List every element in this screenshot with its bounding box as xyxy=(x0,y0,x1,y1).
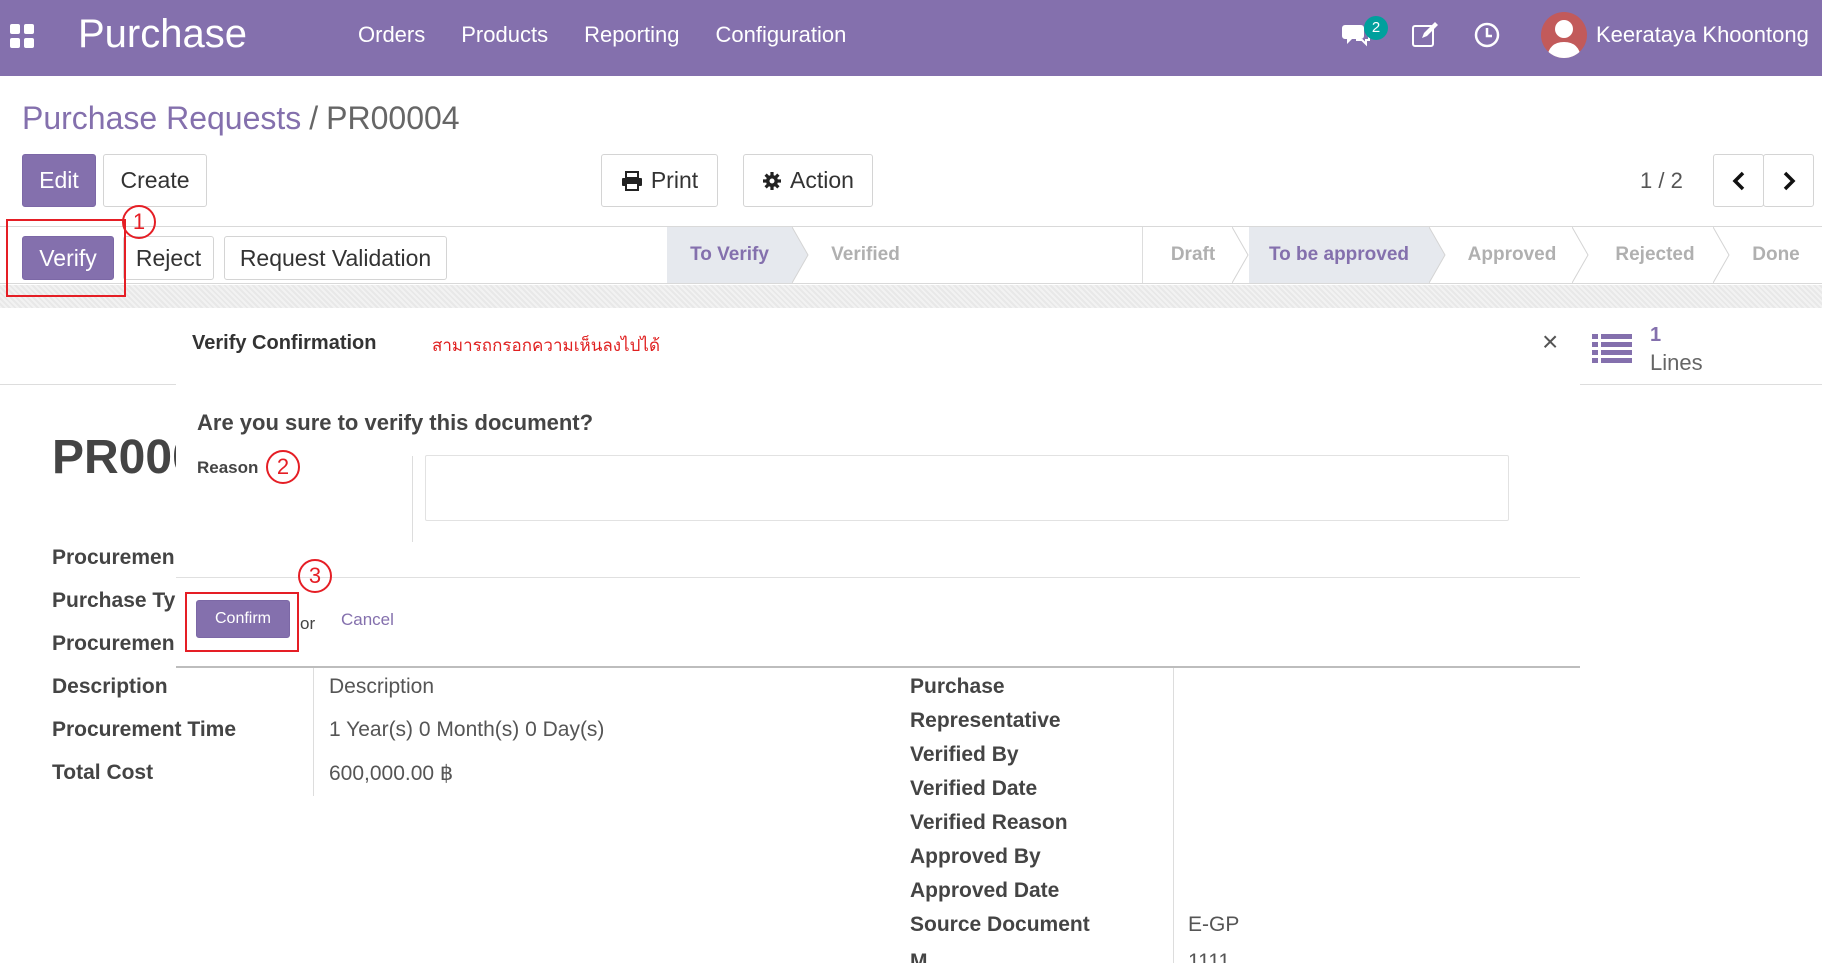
lines-label[interactable]: Lines xyxy=(1650,350,1703,376)
avatar[interactable] xyxy=(1541,12,1587,58)
field-label: Verified Date xyxy=(910,777,1038,800)
top-navbar: Purchase Orders Products Reporting Confi… xyxy=(0,0,1822,76)
breadcrumb-current: PR00004 xyxy=(326,100,460,136)
pager-previous-button[interactable] xyxy=(1713,154,1764,207)
annotation-note: สามารถกรอกความเห็นลงไปได้ xyxy=(432,336,660,355)
stage-done[interactable]: Done xyxy=(1730,227,1822,283)
create-button[interactable]: Create xyxy=(103,154,207,207)
field-label: Purchase Ty xyxy=(52,589,176,612)
stage-arrow xyxy=(1713,227,1730,283)
main-menu: Orders Products Reporting Configuration xyxy=(340,22,864,48)
annotation-box-confirm xyxy=(185,592,299,652)
menu-products[interactable]: Products xyxy=(443,22,566,48)
confirmation-question: Are you sure to verify this document? xyxy=(197,410,594,435)
user-name[interactable]: Keerataya Khoontong xyxy=(1596,22,1809,48)
form-statusbar: Verify Reject Request Validation To Veri… xyxy=(0,226,1822,284)
field-label: Source Document xyxy=(910,913,1090,936)
stage-to-be-approved[interactable]: To be approved xyxy=(1249,227,1429,283)
field-label: Representative xyxy=(910,709,1061,732)
chevron-right-icon xyxy=(1783,171,1795,190)
edit-note-icon[interactable] xyxy=(1410,20,1440,50)
chevron-left-icon xyxy=(1732,171,1744,190)
reason-label: Reason xyxy=(197,458,259,477)
verify-confirmation-dialog: Verify Confirmation สามารถกรอกความเห็นลง… xyxy=(176,310,1580,668)
modal-title: Verify Confirmation xyxy=(192,332,377,354)
procurement-time-value: 1 Year(s) 0 Month(s) 0 Day(s) xyxy=(329,718,605,741)
pager-counter[interactable]: 1 / 2 xyxy=(1640,168,1683,194)
field-divider xyxy=(1173,668,1174,963)
breadcrumb-parent-link[interactable]: Purchase Requests xyxy=(22,100,301,136)
reject-button[interactable]: Reject xyxy=(123,236,214,280)
annotation-box-verify xyxy=(6,219,126,297)
list-icon[interactable] xyxy=(1592,333,1632,365)
field-label: Total Cost xyxy=(52,761,154,784)
stage-arrow xyxy=(1572,227,1589,283)
field-divider xyxy=(412,456,413,542)
app-title: Purchase xyxy=(78,12,247,56)
stage-rejected[interactable]: Rejected xyxy=(1590,227,1720,283)
source-document-value: E-GP xyxy=(1188,913,1240,936)
stage-to-verify[interactable]: To Verify xyxy=(667,227,792,283)
stage-arrow xyxy=(1429,227,1446,283)
stage-approved[interactable]: Approved xyxy=(1447,227,1577,283)
field-value: 1111 xyxy=(1188,950,1231,963)
field-label: Purchase xyxy=(910,675,1005,698)
menu-orders[interactable]: Orders xyxy=(340,22,443,48)
field-label: Description xyxy=(52,675,168,698)
field-label: Approved Date xyxy=(910,879,1060,902)
field-label: Procuremen xyxy=(52,546,175,569)
action-button[interactable]: Action xyxy=(743,154,873,207)
reason-input[interactable] xyxy=(425,455,1509,521)
modal-footer-divider xyxy=(176,577,1580,578)
pager-next-button[interactable] xyxy=(1763,154,1814,207)
annotation-marker: 3 xyxy=(298,559,332,593)
chat-badge: 2 xyxy=(1364,16,1388,40)
stage-verified[interactable]: Verified xyxy=(808,227,923,283)
breadcrumb: Purchase Requests / PR00004 xyxy=(22,100,460,137)
or-text: or xyxy=(300,614,316,633)
print-button[interactable]: Print xyxy=(601,154,718,207)
field-label: Procurement Time xyxy=(52,718,237,741)
cancel-link[interactable]: Cancel xyxy=(341,610,394,630)
annotation-marker: 2 xyxy=(266,450,300,484)
gear-icon xyxy=(763,171,782,190)
description-value: Description xyxy=(329,675,435,698)
field-label: Approved By xyxy=(910,845,1041,868)
action-label: Action xyxy=(790,167,854,193)
user-silhouette-icon xyxy=(1547,20,1581,58)
field-divider xyxy=(313,668,314,796)
apps-grid-icon[interactable] xyxy=(10,24,34,48)
request-validation-button[interactable]: Request Validation xyxy=(224,236,447,280)
edit-button[interactable]: Edit xyxy=(22,154,96,207)
annotation-marker: 1 xyxy=(122,205,156,239)
clock-icon[interactable] xyxy=(1472,20,1502,50)
field-label: Verified By xyxy=(910,743,1019,766)
sheet-background-pattern xyxy=(0,285,1822,308)
print-icon xyxy=(621,170,642,191)
menu-reporting[interactable]: Reporting xyxy=(566,22,697,48)
breadcrumb-separator: / xyxy=(309,100,319,136)
field-label: M xyxy=(910,950,928,963)
close-icon[interactable]: × xyxy=(1542,328,1558,356)
stage-draft[interactable]: Draft xyxy=(1143,227,1243,283)
field-label: Verified Reason xyxy=(910,811,1068,834)
field-label: Procuremen xyxy=(52,632,175,655)
print-label: Print xyxy=(650,167,699,193)
lines-count[interactable]: 1 xyxy=(1650,324,1661,347)
stage-arrow xyxy=(1232,227,1249,283)
menu-configuration[interactable]: Configuration xyxy=(697,22,864,48)
total-cost-value: 600,000.00 ฿ xyxy=(329,762,454,785)
